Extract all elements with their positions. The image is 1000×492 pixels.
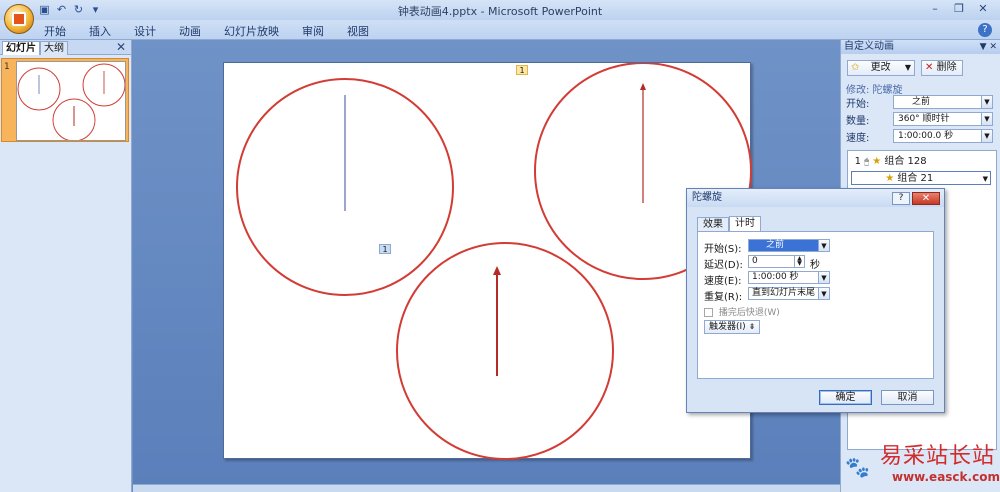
delay-label: 延迟(D):: [704, 260, 743, 271]
chevron-down-icon: ▼: [818, 240, 829, 251]
pane-controls-icon[interactable]: ▼ ✕: [980, 40, 997, 54]
star-icon: ✩: [851, 62, 860, 73]
office-logo-icon: [12, 12, 26, 26]
ribbon-tabs: 开始 插入 设计 动画 幻灯片放映 审阅 视图: [44, 23, 369, 39]
speed-label: 速度:: [846, 133, 870, 144]
pane-tabs: 幻灯片 大纲 ✕: [0, 40, 131, 55]
task-pane-title: 自定义动画 ▼ ✕: [841, 40, 1000, 54]
tab-effect[interactable]: 效果: [697, 217, 729, 232]
start-select-value: 之前: [766, 240, 785, 250]
effect-star-icon: ★: [872, 156, 882, 167]
dialog-tabs: 效果 计时: [697, 216, 761, 232]
chevron-down-icon: ▼: [981, 96, 992, 108]
chevron-down-icon: ▼: [818, 288, 829, 299]
watermark-text: 易采站长站: [880, 444, 996, 469]
slide[interactable]: 1 1: [223, 62, 752, 460]
start-select[interactable]: 之前 ▼: [893, 95, 993, 109]
tab-home[interactable]: 开始: [44, 23, 66, 39]
checkbox-icon: [704, 308, 713, 317]
repeat-select[interactable]: 直到幻灯片末尾 ▼: [748, 287, 830, 300]
window-controls: – ❐ ✕: [924, 1, 994, 17]
repeat-select-value: 直到幻灯片末尾: [752, 288, 816, 298]
delay-input[interactable]: 0 ▲ ▼: [748, 255, 805, 268]
delay-unit: 秒: [810, 260, 820, 271]
close-pane-icon[interactable]: ✕: [116, 40, 126, 54]
title-bar: ▣ ↶ ↻ ▾ 钟表动画4.pptx - Microsoft PowerPoin…: [0, 0, 1000, 34]
delete-icon: ✕: [925, 62, 934, 73]
chevron-down-icon: ▼: [981, 130, 992, 142]
amount-select-value: 360° 顺时针: [898, 114, 950, 124]
animation-tag-top[interactable]: 1: [516, 65, 528, 75]
window-title: 钟表动画4.pptx - Microsoft PowerPoint: [397, 5, 603, 18]
tab-slideshow[interactable]: 幻灯片放映: [224, 23, 279, 39]
tab-outline[interactable]: 大纲: [40, 41, 68, 55]
paw-watermark-icon: 🐾: [845, 455, 870, 479]
slides-pane: 幻灯片 大纲 ✕ 1: [0, 40, 132, 492]
tab-view[interactable]: 视图: [347, 23, 369, 39]
spin-effect-dialog: 陀螺旋 ? ✕ 效果 计时 开始(S): 之前 ▼ 延迟(D): 0 ▲ ▼ 秒 …: [686, 188, 945, 413]
ribbon: 开始 插入 设计 动画 幻灯片放映 审阅 视图 ?: [0, 20, 1000, 40]
amount-select[interactable]: 360° 顺时针 ▼: [893, 112, 993, 126]
double-chevron-icon: ⇟: [748, 322, 756, 331]
list-item[interactable]: ★ 组合 21 ▼: [851, 171, 991, 185]
slide-number: 1: [4, 62, 10, 72]
office-button[interactable]: [4, 4, 34, 34]
chevron-down-icon: ▼: [904, 63, 911, 72]
repeat-label: 重复(R):: [704, 292, 743, 303]
clock-face-bottom: [396, 242, 614, 460]
modify-label: 修改: 陀螺旋: [846, 85, 903, 96]
list-item[interactable]: 1 🖱 ★ 组合 128: [851, 155, 991, 169]
speed-select[interactable]: 1:00:00.0 秒 ▼: [893, 129, 993, 143]
mouse-icon: 🖱: [864, 157, 869, 166]
change-button-label: 更改: [870, 62, 891, 73]
minimize-icon[interactable]: –: [924, 1, 946, 17]
chevron-down-icon[interactable]: ▼: [983, 172, 988, 186]
amount-label: 数量:: [846, 116, 870, 127]
start-select[interactable]: 之前 ▼: [748, 239, 830, 252]
help-icon[interactable]: ?: [892, 192, 910, 205]
effect-star-icon: ★: [885, 173, 895, 184]
tab-review[interactable]: 审阅: [302, 23, 324, 39]
chevron-down-icon: ▼: [981, 113, 992, 125]
rewind-label: 播完后快退(W): [718, 308, 780, 318]
item-label: 组合 128: [884, 156, 927, 167]
item-label: 组合 21: [897, 173, 934, 184]
rewind-checkbox[interactable]: 播完后快退(W): [704, 305, 780, 318]
speed-select-value: 1:00:00 秒: [752, 272, 799, 282]
help-icon[interactable]: ?: [978, 23, 992, 37]
horizontal-scrollbar[interactable]: [133, 484, 840, 492]
speed-label: 速度(E):: [704, 276, 742, 287]
delay-value: 0: [752, 256, 758, 266]
restore-icon[interactable]: ❐: [948, 1, 970, 17]
change-button[interactable]: ✩ 更改 ▼: [847, 60, 915, 76]
ok-button[interactable]: 确定: [819, 390, 872, 405]
trigger-label: 触发器(I): [709, 322, 746, 332]
start-label: 开始(S):: [704, 244, 742, 255]
delete-button-label: 删除: [936, 62, 957, 73]
start-select-value: 之前: [912, 97, 931, 107]
tab-insert[interactable]: 插入: [89, 23, 111, 39]
spinner-icon[interactable]: ▲ ▼: [794, 256, 804, 267]
tab-slides[interactable]: 幻灯片: [2, 41, 40, 55]
task-pane-title-text: 自定义动画: [844, 41, 894, 52]
speed-select[interactable]: 1:00:00 秒 ▼: [748, 271, 830, 284]
tab-design[interactable]: 设计: [134, 23, 156, 39]
animation-tag-center[interactable]: 1: [379, 244, 391, 254]
trigger-button[interactable]: 触发器(I) ⇟: [704, 320, 761, 334]
cancel-button[interactable]: 取消: [881, 390, 934, 405]
item-index: 1: [854, 156, 861, 167]
close-icon[interactable]: ✕: [912, 192, 940, 205]
slide-clocks: [236, 63, 752, 460]
delete-button[interactable]: ✕ 删除: [921, 60, 963, 76]
start-label: 开始:: [846, 99, 870, 110]
tab-timing[interactable]: 计时: [729, 216, 761, 232]
slide-thumbnail[interactable]: [16, 61, 126, 142]
speed-select-value: 1:00:00.0 秒: [898, 131, 954, 141]
close-icon[interactable]: ✕: [972, 1, 994, 17]
watermark-url: www.easck.com: [892, 470, 1000, 484]
thumbnail-clocks: [17, 63, 126, 142]
tab-animations[interactable]: 动画: [179, 23, 201, 39]
timing-panel: 开始(S): 之前 ▼ 延迟(D): 0 ▲ ▼ 秒 速度(E): 1:00:00…: [697, 231, 934, 379]
chevron-down-icon: ▼: [818, 272, 829, 283]
